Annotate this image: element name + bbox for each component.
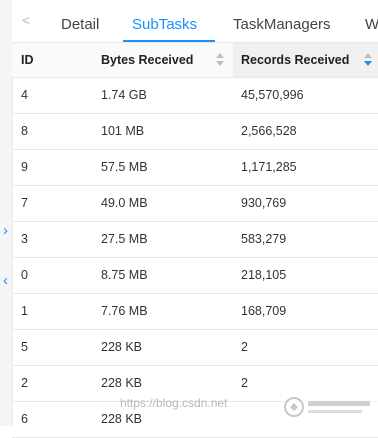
watermark-logo bbox=[282, 388, 378, 426]
table-row[interactable]: 5 228 KB 2 bbox=[12, 330, 378, 366]
table-row[interactable]: 9 57.5 MB 1,171,285 bbox=[12, 150, 378, 186]
cell-id: 5 bbox=[21, 340, 28, 354]
cell-bytes-received: 49.0 MB bbox=[101, 196, 148, 210]
table-row[interactable]: 3 27.5 MB 583,279 bbox=[12, 222, 378, 258]
cell-bytes-received: 1.74 GB bbox=[101, 88, 147, 102]
cell-bytes-received: 228 KB bbox=[101, 340, 143, 354]
tab-subtasks[interactable]: SubTasks bbox=[132, 16, 197, 33]
cell-records-received: 2 bbox=[241, 340, 248, 354]
cell-bytes-received: 57.5 MB bbox=[101, 160, 148, 174]
table-row[interactable]: 1 7.76 MB 168,709 bbox=[12, 294, 378, 330]
cell-records-received: 583,279 bbox=[241, 232, 287, 246]
table-row[interactable]: 0 8.75 MB 218,105 bbox=[12, 258, 378, 294]
cell-records-received: 1,171,285 bbox=[241, 160, 297, 174]
cell-records-received: 2,566,528 bbox=[241, 124, 297, 138]
cell-id: 0 bbox=[21, 268, 28, 282]
tab-scroll-left-icon[interactable]: < bbox=[22, 12, 30, 28]
tab-watermarks[interactable]: W bbox=[365, 16, 378, 33]
column-header-records-received[interactable]: Records Received bbox=[241, 43, 349, 77]
column-header-id[interactable]: ID bbox=[21, 43, 34, 77]
cell-bytes-received: 101 MB bbox=[101, 124, 145, 138]
watermark-text: https://blog.csdn.net bbox=[120, 396, 228, 410]
cell-id: 1 bbox=[21, 304, 28, 318]
cell-records-received: 2 bbox=[241, 376, 248, 390]
tab-detail[interactable]: Detail bbox=[61, 16, 99, 33]
cell-id: 2 bbox=[21, 376, 28, 390]
collapse-panel-icon[interactable]: ‹ bbox=[0, 272, 11, 290]
cell-id: 9 bbox=[21, 160, 28, 174]
table-header: ID Bytes Received Records Received bbox=[12, 43, 378, 78]
table-row[interactable]: 8 101 MB 2,566,528 bbox=[12, 114, 378, 150]
cell-records-received: 168,709 bbox=[241, 304, 287, 318]
cell-records-received: 218,105 bbox=[241, 268, 287, 282]
cell-id: 8 bbox=[21, 124, 28, 138]
cell-bytes-received: 7.76 MB bbox=[101, 304, 148, 318]
tab-bar: < Detail SubTasks TaskManagers W bbox=[12, 0, 378, 43]
column-header-bytes-received[interactable]: Bytes Received bbox=[101, 43, 193, 77]
sort-records-received-icon[interactable] bbox=[364, 53, 372, 67]
cell-bytes-received: 8.75 MB bbox=[101, 268, 148, 282]
sort-bytes-received-icon[interactable] bbox=[216, 53, 224, 67]
cell-id: 4 bbox=[21, 88, 28, 102]
table-row[interactable]: 7 49.0 MB 930,769 bbox=[12, 186, 378, 222]
cell-bytes-received: 27.5 MB bbox=[101, 232, 148, 246]
cell-records-received: 45,570,996 bbox=[241, 88, 304, 102]
cell-id: 6 bbox=[21, 412, 28, 426]
cell-id: 7 bbox=[21, 196, 28, 210]
tab-taskmanagers[interactable]: TaskManagers bbox=[233, 16, 331, 33]
table-row[interactable]: 4 1.74 GB 45,570,996 bbox=[12, 78, 378, 114]
cell-records-received: 930,769 bbox=[241, 196, 287, 210]
expand-panel-icon[interactable]: › bbox=[0, 222, 11, 240]
subtasks-table: ID Bytes Received Records Received 4 1.74… bbox=[12, 43, 378, 438]
cell-id: 3 bbox=[21, 232, 28, 246]
active-tab-indicator bbox=[123, 40, 215, 42]
